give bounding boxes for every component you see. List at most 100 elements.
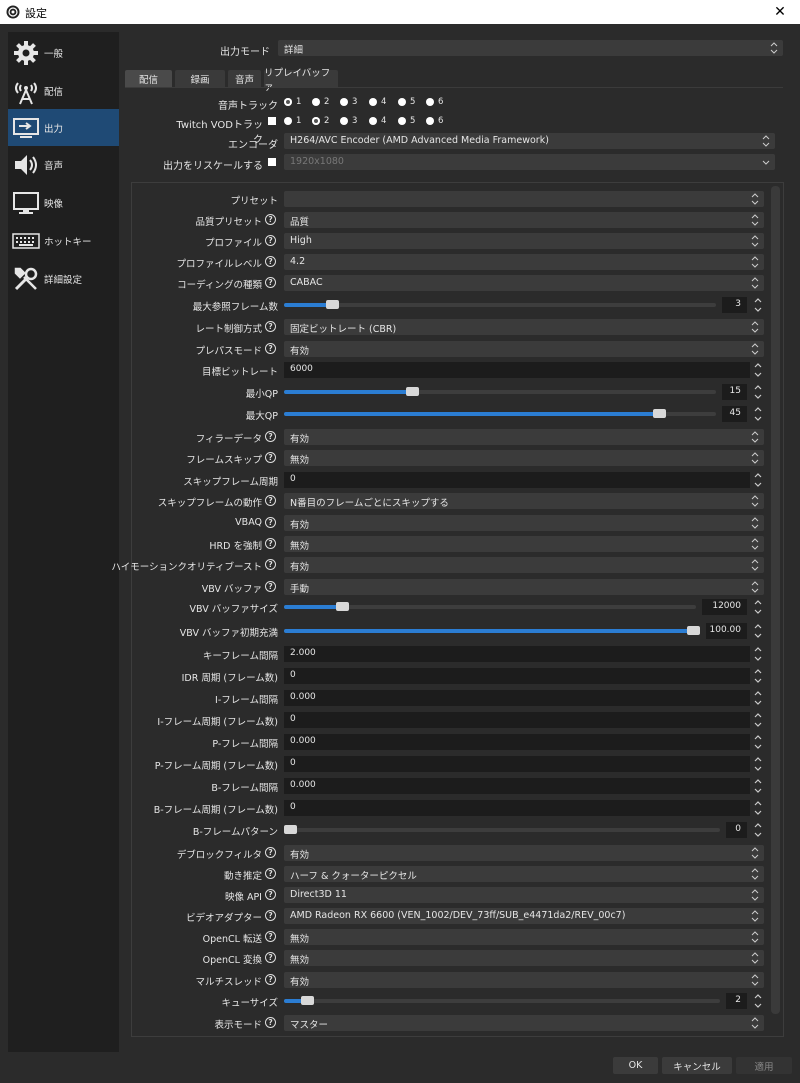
encoder-select[interactable]: H264/AVC Encoder (AMD Advanced Media Fra… [284,133,775,149]
vbv-size-value[interactable]: 12000 [702,599,747,615]
sidebar-item-audio[interactable]: 音声 [8,146,119,183]
sidebar-item-stream[interactable]: 配信 [8,72,119,109]
spin-arrows-icon[interactable] [753,689,763,707]
twitch-vod-checkbox[interactable] [268,117,276,125]
help-icon[interactable]: ? [265,559,276,570]
slider-handle[interactable] [336,602,349,611]
deblock-select[interactable]: 有効 [284,845,764,861]
sidebar-item-general[interactable]: 一般 [8,34,119,71]
slider-handle[interactable] [653,409,666,418]
help-icon[interactable]: ? [265,214,276,225]
spin-arrows-icon[interactable] [753,755,763,773]
max-ref-frames-slider[interactable] [284,300,716,309]
help-icon[interactable]: ? [265,495,276,506]
spin-arrows-icon[interactable] [753,667,763,685]
i-frame-interval-input[interactable]: 0.000 [284,690,750,706]
help-icon[interactable]: ? [265,343,276,354]
b-frame-pattern-value[interactable]: 0 [726,822,747,838]
audio-track-radio-5[interactable] [398,98,406,106]
twitch-vod-radio-5[interactable] [398,117,406,125]
frame-skip-select[interactable]: 無効 [284,450,764,466]
tab-replay-buffer[interactable]: リプレイバッファ [264,68,338,93]
twitch-vod-radio-6[interactable] [426,117,434,125]
help-icon[interactable]: ? [265,538,276,549]
cancel-button[interactable]: キャンセル [662,1057,732,1074]
skip-frame-period-input[interactable]: 0 [284,472,750,488]
spin-arrows-icon[interactable] [753,711,763,729]
max-qp-value[interactable]: 45 [722,406,747,422]
sidebar-item-output[interactable]: 出力 [8,109,119,146]
help-icon[interactable]: ? [265,235,276,246]
sidebar-item-video[interactable]: 映像 [8,184,119,221]
target-bitrate-input[interactable]: 6000 [284,362,750,378]
help-icon[interactable]: ? [265,868,276,879]
spin-arrows-icon[interactable] [753,799,763,817]
vbaq-select[interactable]: 有効 [284,515,764,531]
keyframe-interval-input[interactable]: 2.000 [284,646,750,662]
b-frame-period-input[interactable]: 0 [284,800,750,816]
close-button[interactable]: ✕ [760,0,800,24]
coding-type-select[interactable]: CABAC [284,275,764,291]
max-ref-frames-value[interactable]: 3 [722,297,747,313]
spin-arrows-icon[interactable] [753,361,763,379]
scrollbar[interactable] [771,186,780,1014]
help-icon[interactable]: ? [265,452,276,463]
help-icon[interactable]: ? [265,277,276,288]
b-frame-pattern-slider[interactable] [284,825,720,834]
i-frame-period-input[interactable]: 0 [284,712,750,728]
audio-track-radio-6[interactable] [426,98,434,106]
enforce-hrd-select[interactable]: 無効 [284,536,764,552]
sidebar-item-advanced[interactable]: 詳細設定 [8,260,119,297]
help-icon[interactable]: ? [265,431,276,442]
help-icon[interactable]: ? [265,847,276,858]
filler-data-select[interactable]: 有効 [284,429,764,445]
help-icon[interactable]: ? [265,581,276,592]
slider-handle[interactable] [326,300,339,309]
spin-arrows-icon[interactable] [753,645,763,663]
spin-arrows-icon[interactable] [753,777,763,795]
audio-track-radio-3[interactable] [340,98,348,106]
min-qp-value[interactable]: 15 [722,384,747,400]
spin-arrows-icon[interactable] [753,598,763,616]
vbv-initial-slider[interactable] [284,626,700,635]
skip-frame-behavior-select[interactable]: N番目のフレームごとにスキップする [284,493,764,509]
p-frame-period-input[interactable]: 0 [284,756,750,772]
motion-est-select[interactable]: ハーフ & クォーターピクセル [284,866,764,882]
video-api-select[interactable]: Direct3D 11 [284,887,764,903]
profile-level-select[interactable]: 4.2 [284,254,764,270]
vbv-initial-value[interactable]: 100.00 [706,623,747,639]
audio-track-radio-2[interactable] [312,98,320,106]
output-mode-select[interactable]: 詳細 [278,40,783,56]
rescale-select[interactable]: 1920x1080 [284,154,775,170]
slider-handle[interactable] [284,825,297,834]
rate-control-select[interactable]: 固定ビットレート (CBR) [284,319,764,335]
twitch-vod-radio-3[interactable] [340,117,348,125]
slider-handle[interactable] [301,996,314,1005]
spin-arrows-icon[interactable] [753,821,763,839]
help-icon[interactable]: ? [265,517,276,528]
spin-arrows-icon[interactable] [753,622,763,640]
queue-size-slider[interactable] [284,996,720,1005]
spin-arrows-icon[interactable] [753,733,763,751]
p-frame-interval-input[interactable]: 0.000 [284,734,750,750]
help-icon[interactable]: ? [265,931,276,942]
min-qp-slider[interactable] [284,387,716,396]
b-frame-interval-input[interactable]: 0.000 [284,778,750,794]
audio-track-radio-1[interactable] [284,98,292,106]
spin-arrows-icon[interactable] [753,992,763,1010]
help-icon[interactable]: ? [265,1017,276,1028]
slider-handle[interactable] [687,626,700,635]
spin-arrows-icon[interactable] [753,296,763,314]
help-icon[interactable]: ? [265,889,276,900]
vbv-buffer-select[interactable]: 手動 [284,579,764,595]
high-motion-select[interactable]: 有効 [284,557,764,573]
spin-arrows-icon[interactable] [753,471,763,489]
spin-arrows-icon[interactable] [753,405,763,423]
sidebar-item-hotkeys[interactable]: ホットキー [8,222,119,259]
slider-handle[interactable] [406,387,419,396]
profile-select[interactable]: High [284,233,764,249]
idr-period-input[interactable]: 0 [284,668,750,684]
tab-recording[interactable]: 録画 [175,70,225,87]
apply-button[interactable]: 適用 [736,1057,792,1074]
rescale-checkbox[interactable] [268,158,276,166]
